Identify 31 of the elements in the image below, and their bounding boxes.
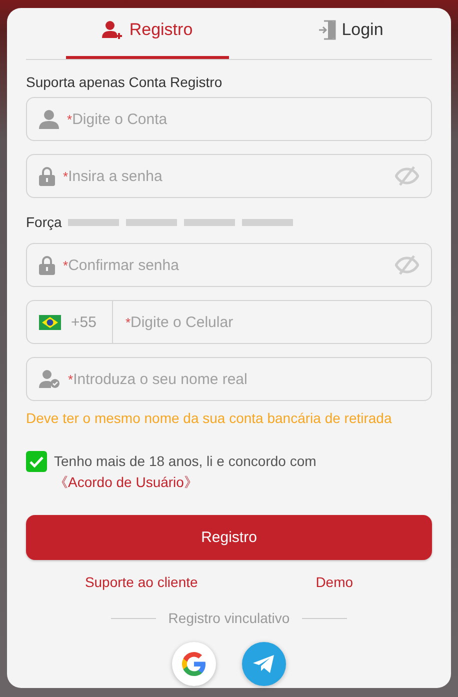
paper-plane-icon (252, 654, 276, 674)
input-field[interactable]: *Insira a senha (26, 154, 432, 198)
google-login-button[interactable] (172, 642, 216, 686)
user-plus-icon (102, 20, 124, 38)
tab[interactable]: Registro (66, 8, 229, 59)
user-check-icon (39, 370, 60, 388)
name-hint: Deve ter o mesmo nome da sua conta bancária de retirada (26, 410, 393, 426)
brazil-flag-icon (39, 314, 61, 330)
google-icon (181, 651, 207, 677)
notice-text: Suporta apenas Conta Registro (26, 74, 224, 90)
footer-link[interactable]: Suporte ao cliente (84, 574, 198, 590)
input-field[interactable]: *Digite o Conta (26, 97, 432, 141)
telegram-login-button[interactable] (242, 642, 286, 686)
user-icon (39, 110, 59, 128)
strength-label: Força (26, 214, 62, 230)
lock-icon (39, 166, 55, 186)
eye-off-icon[interactable] (395, 255, 419, 275)
input-field[interactable]: *Confirmar senha (26, 243, 432, 287)
lock-icon (39, 256, 55, 274)
input-field[interactable]: *Introduza o seu nome real (26, 357, 432, 401)
input-field[interactable]: +55 *Digite o Celular (26, 300, 432, 344)
tab[interactable]: Login (269, 8, 432, 59)
footer-link[interactable]: Demo (316, 574, 354, 590)
social-title: Registro vinculativo (168, 610, 290, 626)
eye-off-icon[interactable] (395, 166, 419, 186)
register-button[interactable]: Registro (26, 515, 432, 560)
check-icon (29, 456, 44, 468)
agreement-text: Tenho mais de 18 anos, li e concordo com 《Acordo de Usuário》 (54, 452, 318, 492)
door-enter-icon (318, 20, 336, 40)
agree-checkbox[interactable] (26, 451, 47, 472)
agreement-link[interactable]: 《Acordo de Usuário》 (54, 474, 198, 490)
